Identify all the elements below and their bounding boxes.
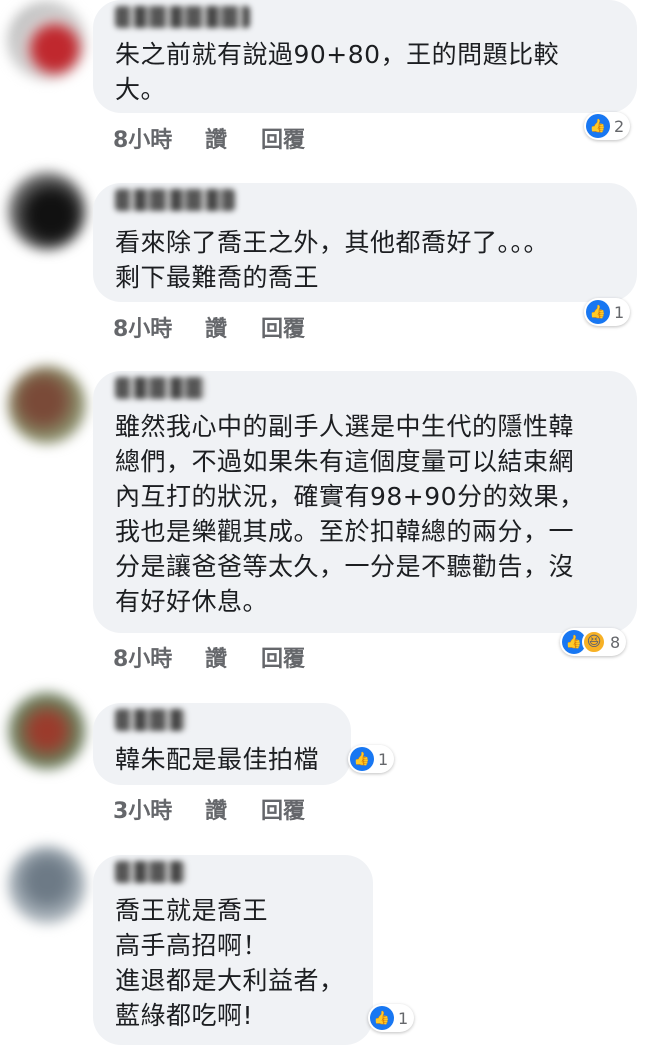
like-link[interactable]: 讚 <box>205 641 227 673</box>
comment-text: 雖然我心中的副手人選是中生代的隱性韓 總們，不過如果朱有這個度量可以結束網 內互… <box>115 409 619 619</box>
reaction-badge[interactable]: 👍 1 <box>584 298 631 326</box>
comment-line: 高手高招啊！ <box>115 931 269 960</box>
comment-text: 朱之前就有說過90+80，王的問題比較 大。 <box>115 37 619 107</box>
comment-bubble: 喬王就是喬王 高手高招啊！ 進退都是大利益者， 藍綠都吃啊! <box>93 855 373 1045</box>
comment-line: 看來除了喬王之外，其他都喬好了。。。 <box>115 228 550 257</box>
commenter-name[interactable] <box>115 6 250 28</box>
timestamp[interactable]: 8小時 <box>113 641 172 673</box>
comment-line: 進退都是大利益者， <box>115 966 345 995</box>
like-link[interactable]: 讚 <box>205 122 227 154</box>
comment-line: 大。 <box>115 75 167 104</box>
comment-line: 內互打的狀況，確實有98+90分的效果， <box>115 482 585 511</box>
commenter-name[interactable] <box>115 189 235 211</box>
thumbs-up-icon: 👍 <box>370 1006 394 1030</box>
comment-line: 韓朱配是最佳拍檔 <box>115 745 320 774</box>
reaction-count: 1 <box>614 302 625 322</box>
comment-line: 朱之前就有說過90+80，王的問題比較 <box>115 40 560 69</box>
like-link[interactable]: 讚 <box>205 311 227 343</box>
reaction-badge[interactable]: 👍 😆 8 <box>560 628 627 656</box>
comment-line: 總們，不過如果朱有這個度量可以結束網 <box>115 447 575 476</box>
comment-line: 剩下最難喬的喬王 <box>115 263 320 292</box>
commenter-name[interactable] <box>115 861 185 883</box>
avatar[interactable] <box>8 846 86 924</box>
comment-text: 韓朱配是最佳拍檔 <box>115 742 333 777</box>
reaction-count: 1 <box>398 1008 409 1028</box>
reply-link[interactable]: 回覆 <box>261 311 305 343</box>
reaction-count: 2 <box>614 116 625 136</box>
reaction-count: 1 <box>378 749 389 769</box>
reply-link[interactable]: 回覆 <box>261 793 305 825</box>
comment-line: 我也是樂觀其成。至於扣韓總的兩分，一 <box>115 517 575 546</box>
reaction-badge[interactable]: 👍 2 <box>584 112 631 140</box>
commenter-name[interactable] <box>115 377 205 399</box>
timestamp[interactable]: 8小時 <box>113 311 172 343</box>
reply-link[interactable]: 回覆 <box>261 641 305 673</box>
comment-bubble: 朱之前就有說過90+80，王的問題比較 大。 <box>93 0 637 113</box>
comment-line: 喬王就是喬王 <box>115 896 269 925</box>
timestamp[interactable]: 8小時 <box>113 122 172 154</box>
comment-text: 看來除了喬王之外，其他都喬好了。。。 剩下最難喬的喬王 <box>115 225 619 295</box>
avatar[interactable] <box>8 366 86 444</box>
comment-bubble: 韓朱配是最佳拍檔 <box>93 703 351 785</box>
reaction-badge[interactable]: 👍 1 <box>348 745 395 773</box>
thumbs-up-icon: 👍 <box>350 747 374 771</box>
like-link[interactable]: 讚 <box>205 793 227 825</box>
comment-bubble: 雖然我心中的副手人選是中生代的隱性韓 總們，不過如果朱有這個度量可以結束網 內互… <box>93 371 637 633</box>
reply-link[interactable]: 回覆 <box>261 122 305 154</box>
avatar[interactable] <box>8 172 86 250</box>
comment-line: 有好好休息。 <box>115 587 269 616</box>
comment-text: 喬王就是喬王 高手高招啊！ 進退都是大利益者， 藍綠都吃啊! <box>115 893 355 1033</box>
comment-line: 分是讓爸爸等太久，一分是不聽勸告，沒 <box>115 552 575 581</box>
reaction-count: 8 <box>610 632 621 652</box>
comment-line: 雖然我心中的副手人選是中生代的隱性韓 <box>115 412 575 441</box>
reaction-badge[interactable]: 👍 1 <box>368 1004 415 1032</box>
timestamp[interactable]: 3小時 <box>113 793 172 825</box>
comment-bubble: 看來除了喬王之外，其他都喬好了。。。 剩下最難喬的喬王 <box>93 183 637 302</box>
laughing-face-icon: 😆 <box>582 630 606 654</box>
thumbs-up-icon: 👍 <box>586 300 610 324</box>
commenter-name[interactable] <box>115 709 185 731</box>
thumbs-up-icon: 👍 <box>586 114 610 138</box>
comment-line: 藍綠都吃啊! <box>115 1001 254 1030</box>
avatar[interactable] <box>8 692 86 770</box>
avatar[interactable] <box>8 2 86 80</box>
